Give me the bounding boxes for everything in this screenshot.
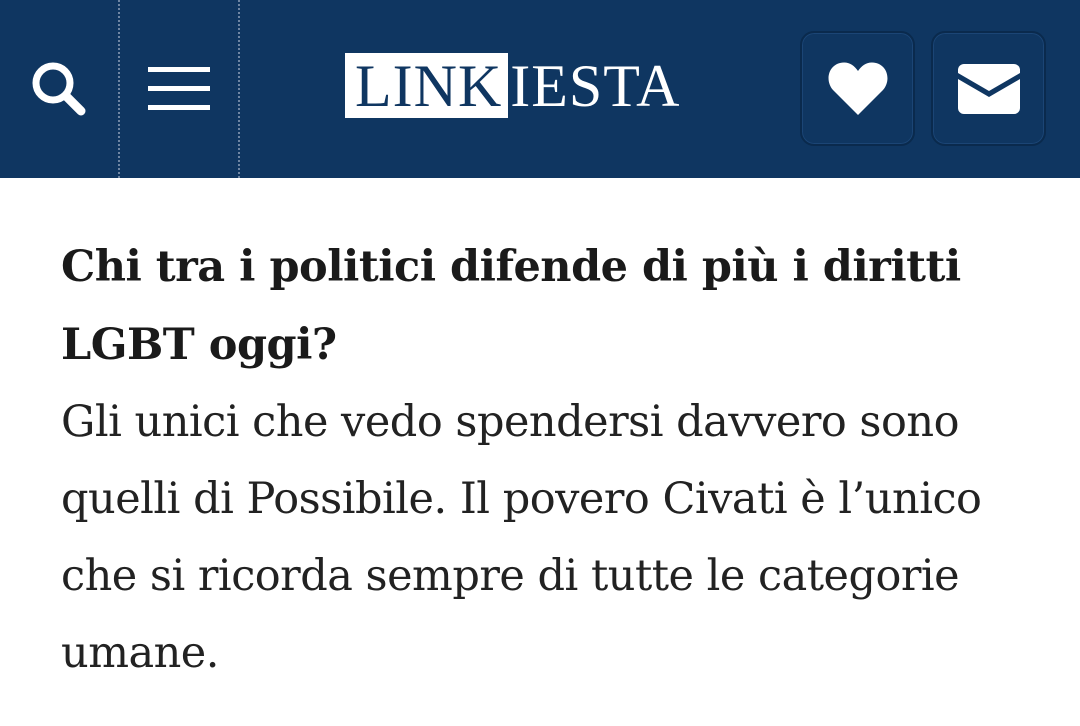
article-content: Chi tra i politici difende di più i diri… bbox=[61, 228, 1041, 692]
search-button[interactable] bbox=[0, 0, 118, 178]
menu-button[interactable] bbox=[120, 0, 238, 178]
site-logo[interactable]: LINK IESTA bbox=[345, 53, 680, 118]
newsletter-button[interactable] bbox=[931, 31, 1046, 146]
logo-link-part: LINK bbox=[345, 53, 509, 118]
favorites-button[interactable] bbox=[800, 31, 915, 146]
search-icon bbox=[32, 62, 86, 116]
heart-icon bbox=[828, 61, 887, 115]
header-divider bbox=[238, 0, 240, 178]
logo-iesta-part: IESTA bbox=[510, 52, 681, 119]
interview-question: Chi tra i politici difende di più i diri… bbox=[61, 242, 961, 370]
interview-answer: Gli unici che vedo spendersi davvero son… bbox=[61, 397, 982, 678]
hamburger-menu-icon bbox=[148, 67, 210, 110]
site-header: LINK IESTA bbox=[0, 0, 1080, 178]
envelope-icon bbox=[957, 63, 1020, 114]
